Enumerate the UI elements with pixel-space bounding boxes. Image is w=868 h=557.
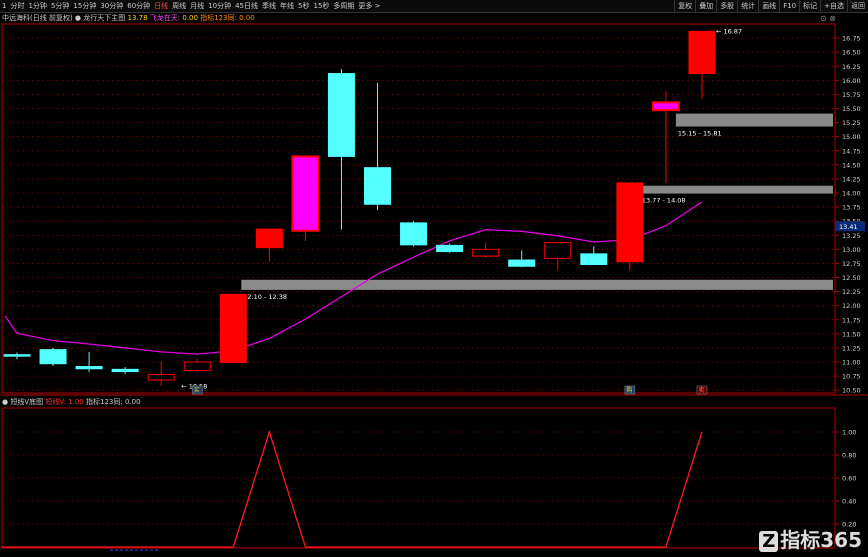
signal-marker-label: 卖 xyxy=(698,387,704,394)
y-tick-label: 16.25 xyxy=(842,63,861,71)
signal-marker-label: 购 xyxy=(626,386,632,394)
logo-mark: Z xyxy=(759,531,779,552)
y-tick-label: 16.00 xyxy=(842,77,861,85)
y-tick-label: 12.50 xyxy=(842,274,861,282)
y-tick-label: 10.75 xyxy=(842,373,861,381)
y-tick-label: 11.00 xyxy=(842,359,861,367)
candle-body xyxy=(327,73,355,157)
y-tick-label: 12.25 xyxy=(842,288,861,296)
zone-range-label: 12.10 - 12.38 xyxy=(243,293,287,301)
candle-body xyxy=(39,349,67,365)
candle-body xyxy=(400,222,428,246)
y-tick-label: 13.75 xyxy=(842,204,861,212)
logo-text: 指标365 xyxy=(780,528,862,552)
y-tick-label: 14.00 xyxy=(842,190,861,198)
candle-body xyxy=(291,155,320,232)
signal-marker-label: 买 xyxy=(194,386,200,394)
y-tick-label: 16.75 xyxy=(842,35,861,43)
candle-body xyxy=(219,293,247,364)
candle-body xyxy=(580,253,608,266)
sub-tick-label: 0.60 xyxy=(842,475,856,483)
ma-line xyxy=(4,201,703,355)
candlestick-chart[interactable]: 16.75 16.50 16.25 16.00 15.75 15.50 15.25 15.00… xyxy=(0,0,868,557)
candle-body xyxy=(147,373,175,381)
candle-body xyxy=(472,248,500,257)
candle-body xyxy=(255,228,283,249)
support-zone xyxy=(241,279,834,290)
candle-body xyxy=(688,30,716,75)
y-tick-label: 14.25 xyxy=(842,175,861,183)
y-tick-label: 15.25 xyxy=(842,119,861,127)
y-tick-label: 15.50 xyxy=(842,105,861,113)
y-tick-label: 11.25 xyxy=(842,344,861,352)
watermark-logo: Z 指标365 xyxy=(759,524,862,553)
y-tick-label: 11.50 xyxy=(842,330,861,338)
y-tick-label: 11.75 xyxy=(842,316,861,324)
y-tick-label: 14.75 xyxy=(842,147,861,155)
zone-range-label: 13.77 - 14.08 xyxy=(642,197,686,205)
y-tick-label: 13.00 xyxy=(842,246,861,254)
candle-body xyxy=(75,366,103,370)
candle-body xyxy=(111,368,139,373)
high-label: ← 16.87 xyxy=(716,27,742,35)
sub-tick-label: 0.40 xyxy=(842,498,856,506)
y-tick-label: 16.50 xyxy=(842,49,861,57)
candle-body xyxy=(364,167,391,205)
y-tick-label: 13.25 xyxy=(842,232,861,240)
candle-body xyxy=(183,361,211,371)
candle-body xyxy=(544,242,572,259)
y-tick-label: 14.50 xyxy=(842,161,861,169)
y-tick-label: 15.75 xyxy=(842,91,861,99)
candle-body xyxy=(508,259,536,267)
support-zone xyxy=(675,113,833,127)
main-panel-frame xyxy=(1,23,836,394)
y-tick-label: 12.00 xyxy=(842,302,861,310)
support-zone xyxy=(639,185,833,194)
current-price-label: 13.41 xyxy=(839,223,858,231)
y-tick-label: 15.00 xyxy=(842,133,861,141)
sub-indicator-line xyxy=(2,429,703,548)
candle-body xyxy=(436,244,464,253)
sub-tick-label: 1.00 xyxy=(842,429,856,437)
zone-range-label: 15.15 - 15.81 xyxy=(678,130,722,138)
candle-body xyxy=(651,101,680,112)
candle-body xyxy=(616,182,644,263)
sub-tick-label: 0.80 xyxy=(842,452,856,460)
y-tick-label: 12.75 xyxy=(842,260,861,268)
candle-body xyxy=(3,354,31,357)
y-tick-label: 10.50 xyxy=(842,387,861,395)
